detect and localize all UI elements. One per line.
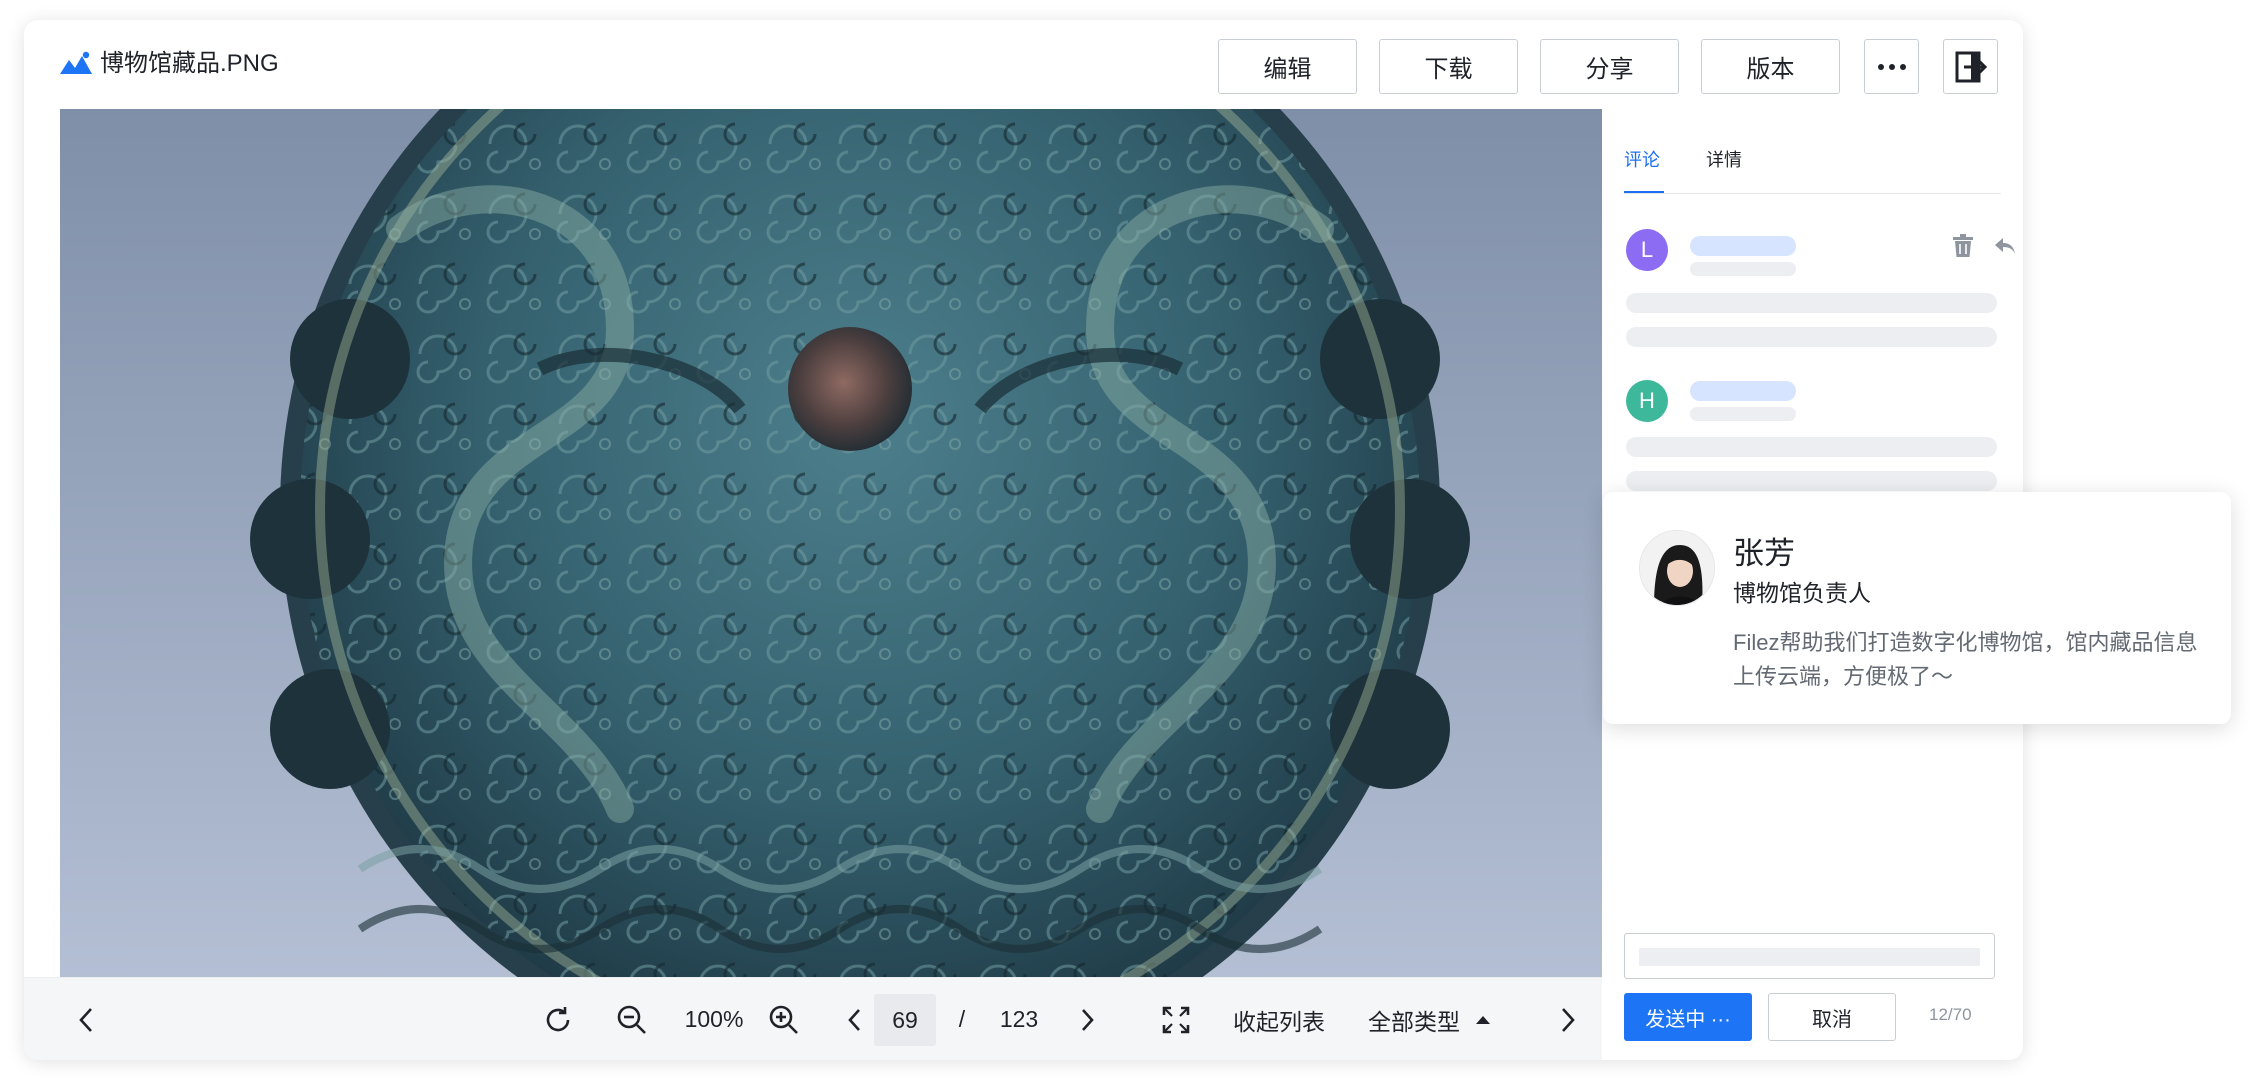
bronze-mirror-image — [60, 109, 1602, 977]
cancel-button[interactable]: 取消 — [1768, 993, 1896, 1041]
page-separator: / — [958, 1006, 966, 1032]
trash-icon — [1953, 234, 1973, 257]
testimonial-name: 张芳 — [1733, 536, 1795, 571]
fullscreen-icon — [1162, 1006, 1190, 1033]
char-counter: 12/70 — [1929, 1005, 1972, 1024]
tab-comments[interactable]: 评论 — [1624, 145, 1664, 193]
skeleton-line — [1626, 293, 1997, 313]
chevron-right-icon — [1082, 1008, 1094, 1031]
page-number-input[interactable]: 69 — [874, 994, 936, 1046]
file-title: 博物馆藏品.PNG — [100, 50, 279, 77]
all-types-label: 全部类型 — [1368, 1008, 1460, 1035]
chevron-left-icon — [848, 1008, 860, 1031]
fullscreen-button[interactable] — [1154, 978, 1198, 1060]
avatar: L — [1626, 229, 1668, 271]
delete-comment-button[interactable] — [1952, 234, 1974, 263]
send-button[interactable]: 发送中 ··· — [1624, 993, 1752, 1041]
header-bar: 博物馆藏品.PNG 编辑 下载 分享 版本 — [24, 20, 2023, 110]
rotate-icon — [546, 1006, 570, 1031]
skeleton-line — [1626, 327, 1997, 347]
zoom-out-button[interactable] — [610, 978, 654, 1060]
zoom-level: 100% — [684, 1006, 744, 1032]
more-button[interactable] — [1864, 39, 1919, 94]
input-text-placeholder-bar — [1639, 948, 1980, 966]
total-pages: 123 — [999, 1006, 1039, 1032]
reply-comment-button[interactable] — [1994, 237, 2016, 260]
comment-input[interactable] — [1624, 933, 1995, 979]
tab-details[interactable]: 详情 — [1706, 145, 1746, 193]
chevron-left-icon — [79, 1007, 92, 1032]
prev-page-button[interactable] — [836, 978, 872, 1060]
viewer-toolbar: 100% 69 / 123 收起列表 全部类型 — [24, 977, 1602, 1060]
next-page-button[interactable] — [1070, 978, 1106, 1060]
caret-up-icon[interactable] — [1468, 978, 1498, 1060]
exit-button[interactable] — [1943, 39, 1998, 94]
prev-file-button[interactable] — [64, 978, 108, 1060]
version-button[interactable]: 版本 — [1701, 39, 1840, 94]
rotate-button[interactable] — [536, 978, 580, 1060]
testimonial-quote: Filez帮助我们打造数字化博物馆，馆内藏品信息上传云端，方便极了～ — [1733, 630, 2198, 689]
download-button[interactable]: 下载 — [1379, 39, 1518, 94]
testimonial-role: 博物馆负责人 — [1733, 580, 1871, 606]
testimonial-card: 张芳 博物馆负责人 Filez帮助我们打造数字化博物馆，馆内藏品信息上传云端，方… — [1603, 492, 2231, 724]
exit-icon — [1955, 51, 1987, 82]
zoom-out-icon — [617, 1005, 646, 1034]
chevron-right-icon — [1562, 1007, 1575, 1032]
skeleton-line — [1626, 471, 1997, 491]
skeleton-name — [1690, 236, 1796, 256]
skeleton-line — [1626, 437, 1997, 457]
reply-icon — [1995, 238, 2015, 254]
skeleton-meta — [1690, 262, 1796, 276]
edit-button[interactable]: 编辑 — [1218, 39, 1357, 94]
mountain-logo-icon — [60, 51, 92, 74]
avatar: H — [1626, 380, 1668, 422]
zoom-in-button[interactable] — [762, 978, 806, 1060]
caret-up-shape — [1476, 1015, 1490, 1024]
next-file-button[interactable] — [1546, 978, 1590, 1060]
all-types-dropdown[interactable]: 全部类型 — [1364, 978, 1464, 1060]
portrait-image — [1640, 531, 1714, 605]
share-button[interactable]: 分享 — [1540, 39, 1679, 94]
more-dots-icon — [1877, 63, 1906, 70]
skeleton-meta — [1690, 407, 1796, 421]
panel-tabs: 评论 详情 — [1624, 145, 2001, 194]
user-photo-avatar — [1639, 530, 1715, 606]
collapse-list-button[interactable]: 收起列表 — [1224, 978, 1334, 1060]
zoom-in-icon — [769, 1005, 798, 1034]
skeleton-name — [1690, 381, 1796, 401]
image-canvas[interactable] — [60, 109, 1602, 977]
